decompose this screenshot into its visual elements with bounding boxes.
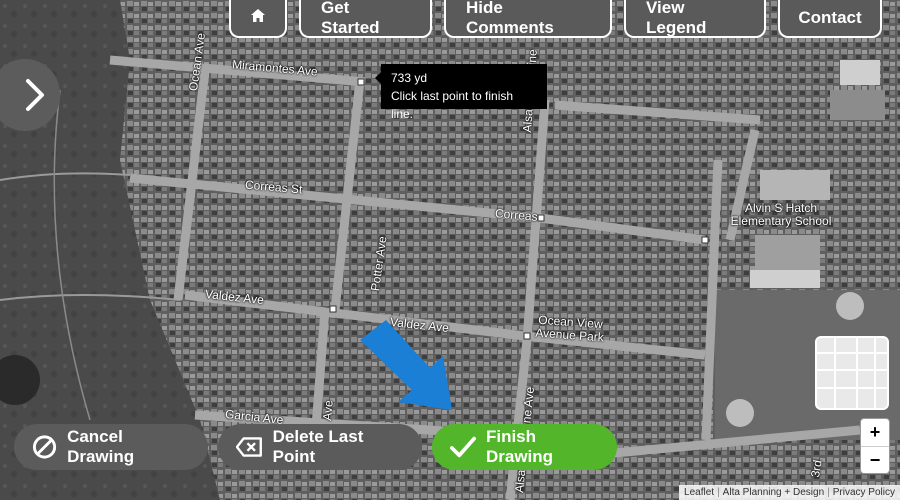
cancel-drawing-label: Cancel Drawing xyxy=(67,427,135,466)
privacy-policy-link[interactable]: Privacy Policy xyxy=(833,487,895,498)
delete-last-point-label: Delete Last Point xyxy=(272,427,364,466)
backspace-icon xyxy=(236,437,262,457)
basemap-toggle-thumbnail[interactable] xyxy=(815,336,889,410)
map-attribution: Leaflet | Alta Planning + Design | Privacy P… xyxy=(679,485,900,500)
delete-last-point-button[interactable]: Delete Last Point xyxy=(218,424,422,470)
finish-drawing-label: Finish Drawing xyxy=(485,427,554,466)
get-started-button[interactable]: Get Started xyxy=(299,0,432,38)
cancel-drawing-button[interactable]: Cancel Drawing xyxy=(14,424,208,470)
checkmark-icon xyxy=(450,436,476,458)
view-legend-button[interactable]: View Legend xyxy=(624,0,766,38)
hide-comments-button[interactable]: Hide Comments xyxy=(444,0,612,38)
school-label: Alvin S Hatch Elementary School xyxy=(730,201,832,228)
drawing-tooltip: 733 yd Click last point to finish line. xyxy=(375,64,547,121)
finish-drawing-button[interactable]: Finish Drawing xyxy=(432,424,617,470)
zoom-out-button[interactable]: − xyxy=(861,447,889,474)
park-label: Ocean View Avenue Park xyxy=(534,312,605,345)
street-label: Ave xyxy=(320,399,336,422)
alta-credit[interactable]: Alta Planning + Design xyxy=(723,487,824,498)
home-button[interactable] xyxy=(229,0,287,38)
contact-button[interactable]: Contact xyxy=(778,0,882,38)
map-view[interactable]: Miramontes Ave Ocean Ave Correas St Corr… xyxy=(0,0,900,500)
home-icon xyxy=(251,8,265,22)
top-navigation: Get Started Hide Comments View Legend Co… xyxy=(229,0,882,38)
leaflet-link[interactable]: Leaflet xyxy=(684,487,714,498)
chevron-right-icon xyxy=(26,79,44,111)
street-label: 3rd xyxy=(808,458,825,479)
zoom-control: + − xyxy=(860,418,890,474)
zoom-in-button[interactable]: + xyxy=(861,419,889,447)
drawing-hint: Click last point to finish line. xyxy=(391,89,514,121)
distance-readout: 733 yd xyxy=(391,71,428,85)
street-map-preview xyxy=(817,338,887,408)
cancel-icon xyxy=(32,435,57,459)
